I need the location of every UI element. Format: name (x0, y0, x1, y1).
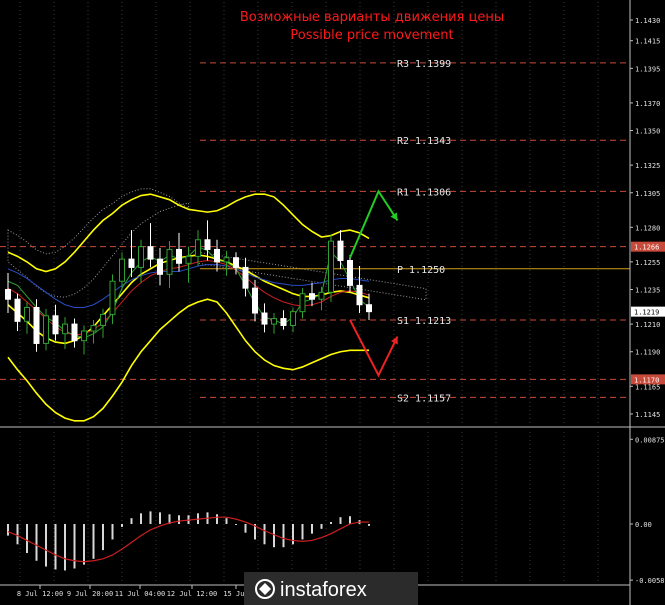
candle-body (52, 315, 59, 335)
level-label-s1: S1 1.1213 (397, 316, 451, 327)
candle-body (176, 248, 182, 264)
candle-body (71, 323, 78, 342)
candle-body (299, 293, 306, 313)
price-tick-label: 1.1255 (635, 259, 660, 267)
candle-body (309, 293, 315, 300)
price-tick-label: 1.1350 (635, 128, 660, 136)
chart-title: Возможные варианты движения цены (240, 10, 504, 25)
candle-body (290, 311, 296, 326)
level-label-s2: S2 1.1157 (397, 393, 451, 404)
marked-level-badge: 1.1266 (634, 244, 659, 252)
price-tick-label: 1.1190 (635, 349, 660, 357)
price-tick-label: 1.1145 (635, 411, 660, 419)
current-price-badge: 1.1219 (634, 309, 659, 317)
candle-body (24, 307, 30, 322)
osc-tick-label: -0.0058 (635, 577, 665, 585)
price-tick-label: 1.1370 (635, 100, 660, 108)
time-tick-label: 12 Jul 12:00 (167, 590, 218, 598)
candle-body (119, 258, 125, 282)
osc-tick-label: 0.00 (635, 521, 652, 529)
candle-body (271, 318, 277, 325)
candle-body (233, 257, 239, 268)
candle-body (356, 284, 363, 306)
price-tick-label: 1.1305 (635, 190, 660, 198)
candle-body (166, 248, 173, 275)
candle-body (195, 239, 201, 257)
candle-body (33, 307, 40, 344)
candle-body (109, 280, 116, 315)
candle-body (204, 239, 211, 250)
candle-body (214, 248, 220, 263)
price-tick-label: 1.1280 (635, 224, 660, 232)
level-label-p: P 1.1250 (397, 265, 445, 276)
candle-body (147, 246, 154, 260)
candle-body (252, 287, 258, 314)
price-tick-label: 1.1430 (635, 17, 660, 25)
logo-text: instaforex (280, 579, 367, 601)
level-label-r2: R2 1.1343 (397, 136, 451, 147)
marked-level-badge: 1.1170 (634, 376, 659, 384)
time-tick-label: 8 Jul 12:00 (17, 590, 63, 598)
candle-body (100, 313, 106, 326)
price-tick-label: 1.1235 (635, 287, 660, 295)
price-tick-label: 1.1415 (635, 38, 660, 46)
candle-body (223, 257, 230, 263)
price-tick-label: 1.1165 (635, 383, 660, 391)
osc-tick-label: 0.00875 (635, 436, 665, 444)
candle-body (81, 330, 87, 342)
price-tick-label: 1.1325 (635, 162, 660, 170)
candle-body (366, 304, 372, 313)
chart-subtitle: Possible price movement (290, 28, 453, 43)
candle-body (43, 315, 49, 344)
candle-body (347, 260, 353, 286)
candle-body (185, 255, 192, 264)
candle-body (261, 312, 268, 325)
candle-body (90, 324, 97, 332)
candle-body (328, 240, 334, 293)
instaforex-logo: instaforex (244, 572, 418, 605)
candle-body (157, 258, 163, 275)
level-label-r1: R1 1.1306 (397, 187, 451, 198)
candle-body (318, 291, 325, 300)
candle-body (62, 323, 68, 335)
candle-body (14, 298, 21, 322)
price-tick-label: 1.1395 (635, 65, 660, 73)
candle-body (5, 289, 11, 300)
candle-body (337, 240, 344, 262)
candle-body (138, 246, 144, 268)
candle-body (242, 266, 249, 289)
candle-body (128, 258, 135, 268)
chart-background (0, 0, 665, 605)
time-tick-label: 11 Jul 04:00 (115, 590, 166, 598)
candle-body (280, 318, 287, 326)
level-label-r3: R3 1.1399 (397, 59, 451, 70)
price-tick-label: 1.1210 (635, 321, 660, 329)
chart: R3 1.1399 R2 1.1343 R1 1.1306 P 1.1250 S1 1.… (0, 0, 665, 605)
time-tick-label: 9 Jul 20:00 (67, 590, 113, 598)
